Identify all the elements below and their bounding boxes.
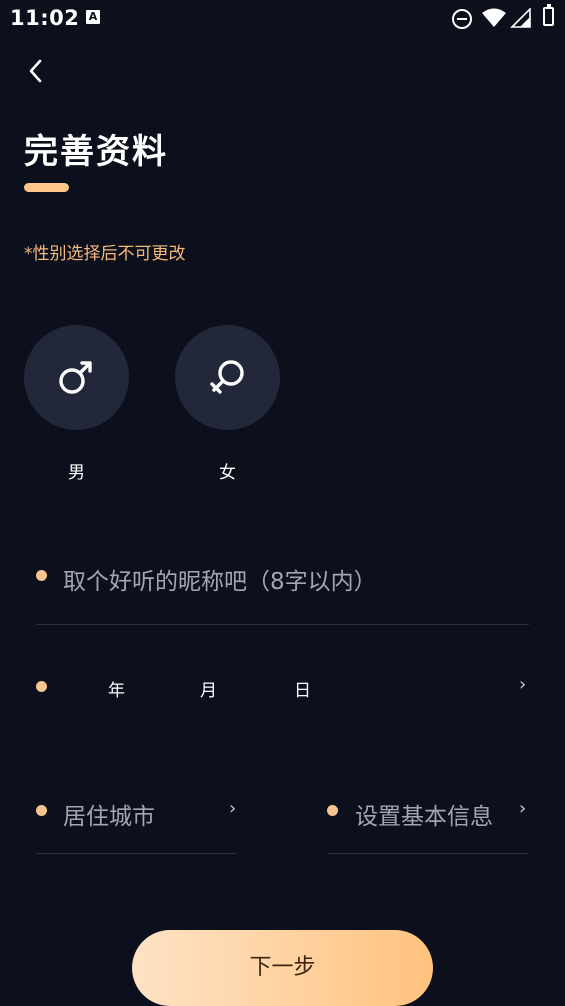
birthday-month-unit[interactable]: 月	[200, 676, 217, 701]
page-title: 完善资料	[24, 132, 168, 172]
battery-icon	[543, 4, 554, 26]
male-option-button[interactable]	[24, 325, 129, 430]
female-option-button[interactable]	[175, 325, 280, 430]
city-dot	[36, 805, 47, 816]
gender-notice: *性别选择后不可更改	[24, 244, 186, 264]
birthday-day-unit[interactable]: 日	[294, 676, 311, 701]
female-icon	[210, 360, 244, 394]
wifi-icon	[482, 8, 506, 27]
birthday-dot	[36, 681, 47, 692]
notification-icon: A	[86, 10, 100, 24]
city-chevron-icon[interactable]: ›	[229, 798, 236, 819]
basic-info-divider	[327, 853, 529, 854]
female-label: 女	[219, 463, 236, 483]
basic-info-dot	[327, 805, 338, 816]
nickname-input[interactable]: 取个好听的昵称吧（8字以内）	[63, 562, 377, 596]
male-label: 男	[68, 463, 85, 483]
basic-info-chevron-icon[interactable]: ›	[519, 798, 526, 819]
do-not-disturb-icon	[452, 9, 472, 29]
birthday-chevron-icon[interactable]: ›	[519, 674, 526, 695]
signal-icon	[510, 8, 531, 28]
city-selector[interactable]: 居住城市	[63, 797, 155, 831]
back-arrow-icon[interactable]	[22, 56, 52, 86]
nickname-dot	[36, 570, 47, 581]
title-underline	[24, 183, 69, 192]
nickname-divider	[36, 624, 529, 625]
birthday-year-unit[interactable]: 年	[108, 676, 125, 701]
male-icon	[59, 361, 92, 394]
status-time: 11:02	[10, 6, 80, 30]
city-divider	[36, 853, 237, 854]
next-step-button[interactable]: 下一步	[132, 930, 433, 1006]
basic-info-selector[interactable]: 设置基本信息	[355, 797, 493, 831]
